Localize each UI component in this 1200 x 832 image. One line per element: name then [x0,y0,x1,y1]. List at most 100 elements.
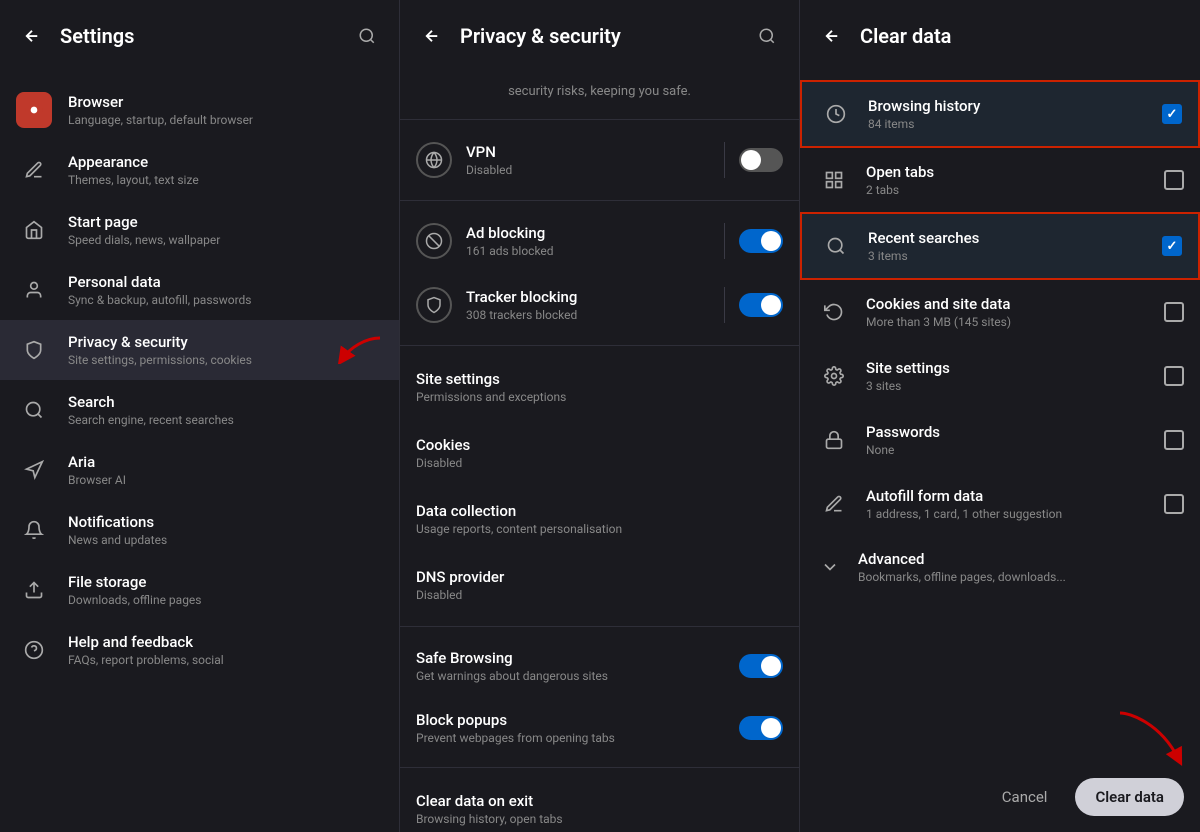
site-settings-row[interactable]: Site settings 3 sites [800,344,1200,408]
site-settings-checkbox[interactable] [1164,366,1184,386]
clear-data-button[interactable]: Clear data [1075,778,1184,816]
cookies-label: Cookies [416,436,783,454]
site-settings-cd-label: Site settings [866,359,1150,377]
advanced-row[interactable]: Advanced Bookmarks, offline pages, downl… [800,536,1200,598]
privacy-intro-text: security risks, keeping you safe. [400,80,799,111]
privacy-security-header: Privacy & security [400,0,799,72]
privacy-search-button[interactable] [751,20,783,52]
tracker-blocking-toggle[interactable] [739,293,783,317]
recent-searches-row[interactable]: Recent searches 3 items [800,212,1200,280]
settings-search-button[interactable] [351,20,383,52]
sidebar-item-personal-data[interactable]: Personal data Sync & backup, autofill, p… [0,260,399,320]
sidebar-item-notifications[interactable]: Notifications News and updates [0,500,399,560]
clear-data-footer: Cancel Clear data [800,762,1200,832]
block-popups-toggle[interactable] [739,716,783,740]
block-popups-label: Block popups [416,711,725,729]
sidebar-item-file-storage[interactable]: File storage Downloads, offline pages [0,560,399,620]
clear-data-on-exit-row[interactable]: Clear data on exit Browsing history, ope… [400,776,799,832]
clear-data-on-exit-sublabel: Browsing history, open tabs [416,812,783,826]
browsing-history-checkbox[interactable] [1162,104,1182,124]
privacy-back-button[interactable] [416,20,448,52]
sidebar-item-start-page[interactable]: Start page Speed dials, news, wallpaper [0,200,399,260]
privacy-arrow-icon [335,332,383,368]
vpn-row[interactable]: VPN Disabled [400,128,799,192]
cookies-site-data-sublabel: More than 3 MB (145 sites) [866,315,1150,329]
vpn-sublabel: Disabled [466,163,710,177]
help-icon [16,632,52,668]
clear-data-list: Browsing history 84 items Open tabs 2 ta… [800,72,1200,832]
file-storage-sublabel: Downloads, offline pages [68,593,383,607]
data-collection-nav-row[interactable]: Data collection Usage reports, content p… [400,486,799,552]
search-icon [16,392,52,428]
tracker-blocking-sublabel: 308 trackers blocked [466,308,710,322]
recent-searches-label: Recent searches [868,229,1148,247]
search-sublabel: Search engine, recent searches [68,413,383,427]
ad-blocking-row[interactable]: Ad blocking 161 ads blocked [400,209,799,273]
block-popups-sublabel: Prevent webpages from opening tabs [416,731,725,745]
appearance-label: Appearance [68,153,383,171]
open-tabs-sublabel: 2 tabs [866,183,1150,197]
sidebar-item-appearance[interactable]: Appearance Themes, layout, text size [0,140,399,200]
start-page-sublabel: Speed dials, news, wallpaper [68,233,383,247]
clear-data-on-exit-label: Clear data on exit [416,792,783,810]
safe-browsing-label: Safe Browsing [416,649,725,667]
cookies-site-data-label: Cookies and site data [866,295,1150,313]
divider-3 [400,345,799,346]
recent-searches-checkbox[interactable] [1162,236,1182,256]
clear-data-title: Clear data [860,24,1184,48]
clear-data-panel: Clear data Browsing history 84 items Ope… [800,0,1200,832]
sidebar-item-aria[interactable]: Aria Browser AI [0,440,399,500]
start-page-icon [16,212,52,248]
data-collection-sublabel: Usage reports, content personalisation [416,522,783,536]
privacy-security-icon [16,332,52,368]
ad-blocking-separator [724,223,725,259]
dns-provider-nav-row[interactable]: DNS provider Disabled [400,552,799,618]
recent-searches-icon [818,228,854,264]
cookies-nav-row[interactable]: Cookies Disabled [400,420,799,486]
start-page-label: Start page [68,213,383,231]
passwords-checkbox[interactable] [1164,430,1184,450]
browsing-history-icon [818,96,854,132]
vpn-toggle[interactable] [739,148,783,172]
privacy-security-content: security risks, keeping you safe. VPN Di… [400,72,799,832]
cancel-button[interactable]: Cancel [990,780,1060,814]
divider-2 [400,200,799,201]
site-settings-cd-icon [816,358,852,394]
cookies-site-data-row[interactable]: Cookies and site data More than 3 MB (14… [800,280,1200,344]
open-tabs-row[interactable]: Open tabs 2 tabs [800,148,1200,212]
sidebar-item-search[interactable]: Search Search engine, recent searches [0,380,399,440]
sidebar-item-help[interactable]: Help and feedback FAQs, report problems,… [0,620,399,680]
dns-provider-sublabel: Disabled [416,588,783,602]
privacy-security-sublabel: Site settings, permissions, cookies [68,353,315,367]
sidebar-item-privacy-security[interactable]: Privacy & security Site settings, permis… [0,320,399,380]
safe-browsing-toggle[interactable] [739,654,783,678]
ad-blocking-icon [416,223,452,259]
sidebar-item-browser[interactable]: Browser Language, startup, default brows… [0,80,399,140]
passwords-row[interactable]: Passwords None [800,408,1200,472]
personal-data-label: Personal data [68,273,383,291]
settings-back-button[interactable] [16,20,48,52]
safe-browsing-row[interactable]: Safe Browsing Get warnings about dangero… [400,635,799,697]
browser-label: Browser [68,93,383,111]
block-popups-row[interactable]: Block popups Prevent webpages from openi… [400,697,799,759]
ad-blocking-toggle[interactable] [739,229,783,253]
site-settings-cd-sublabel: 3 sites [866,379,1150,393]
site-settings-nav-row[interactable]: Site settings Permissions and exceptions [400,354,799,420]
vpn-icon [416,142,452,178]
passwords-sublabel: None [866,443,1150,457]
cookies-site-data-checkbox[interactable] [1164,302,1184,322]
autofill-checkbox[interactable] [1164,494,1184,514]
privacy-security-panel: Privacy & security security risks, keepi… [400,0,800,832]
autofill-row[interactable]: Autofill form data 1 address, 1 card, 1 … [800,472,1200,536]
appearance-sublabel: Themes, layout, text size [68,173,383,187]
tracker-blocking-row[interactable]: Tracker blocking 308 trackers blocked [400,273,799,337]
search-label: Search [68,393,383,411]
browsing-history-row[interactable]: Browsing history 84 items [800,80,1200,148]
open-tabs-checkbox[interactable] [1164,170,1184,190]
ad-blocking-label: Ad blocking [466,224,710,242]
expand-icon [816,553,844,581]
clear-data-back-button[interactable] [816,20,848,52]
site-settings-label: Site settings [416,370,783,388]
autofill-sublabel: 1 address, 1 card, 1 other suggestion [866,507,1150,521]
personal-data-sublabel: Sync & backup, autofill, passwords [68,293,383,307]
